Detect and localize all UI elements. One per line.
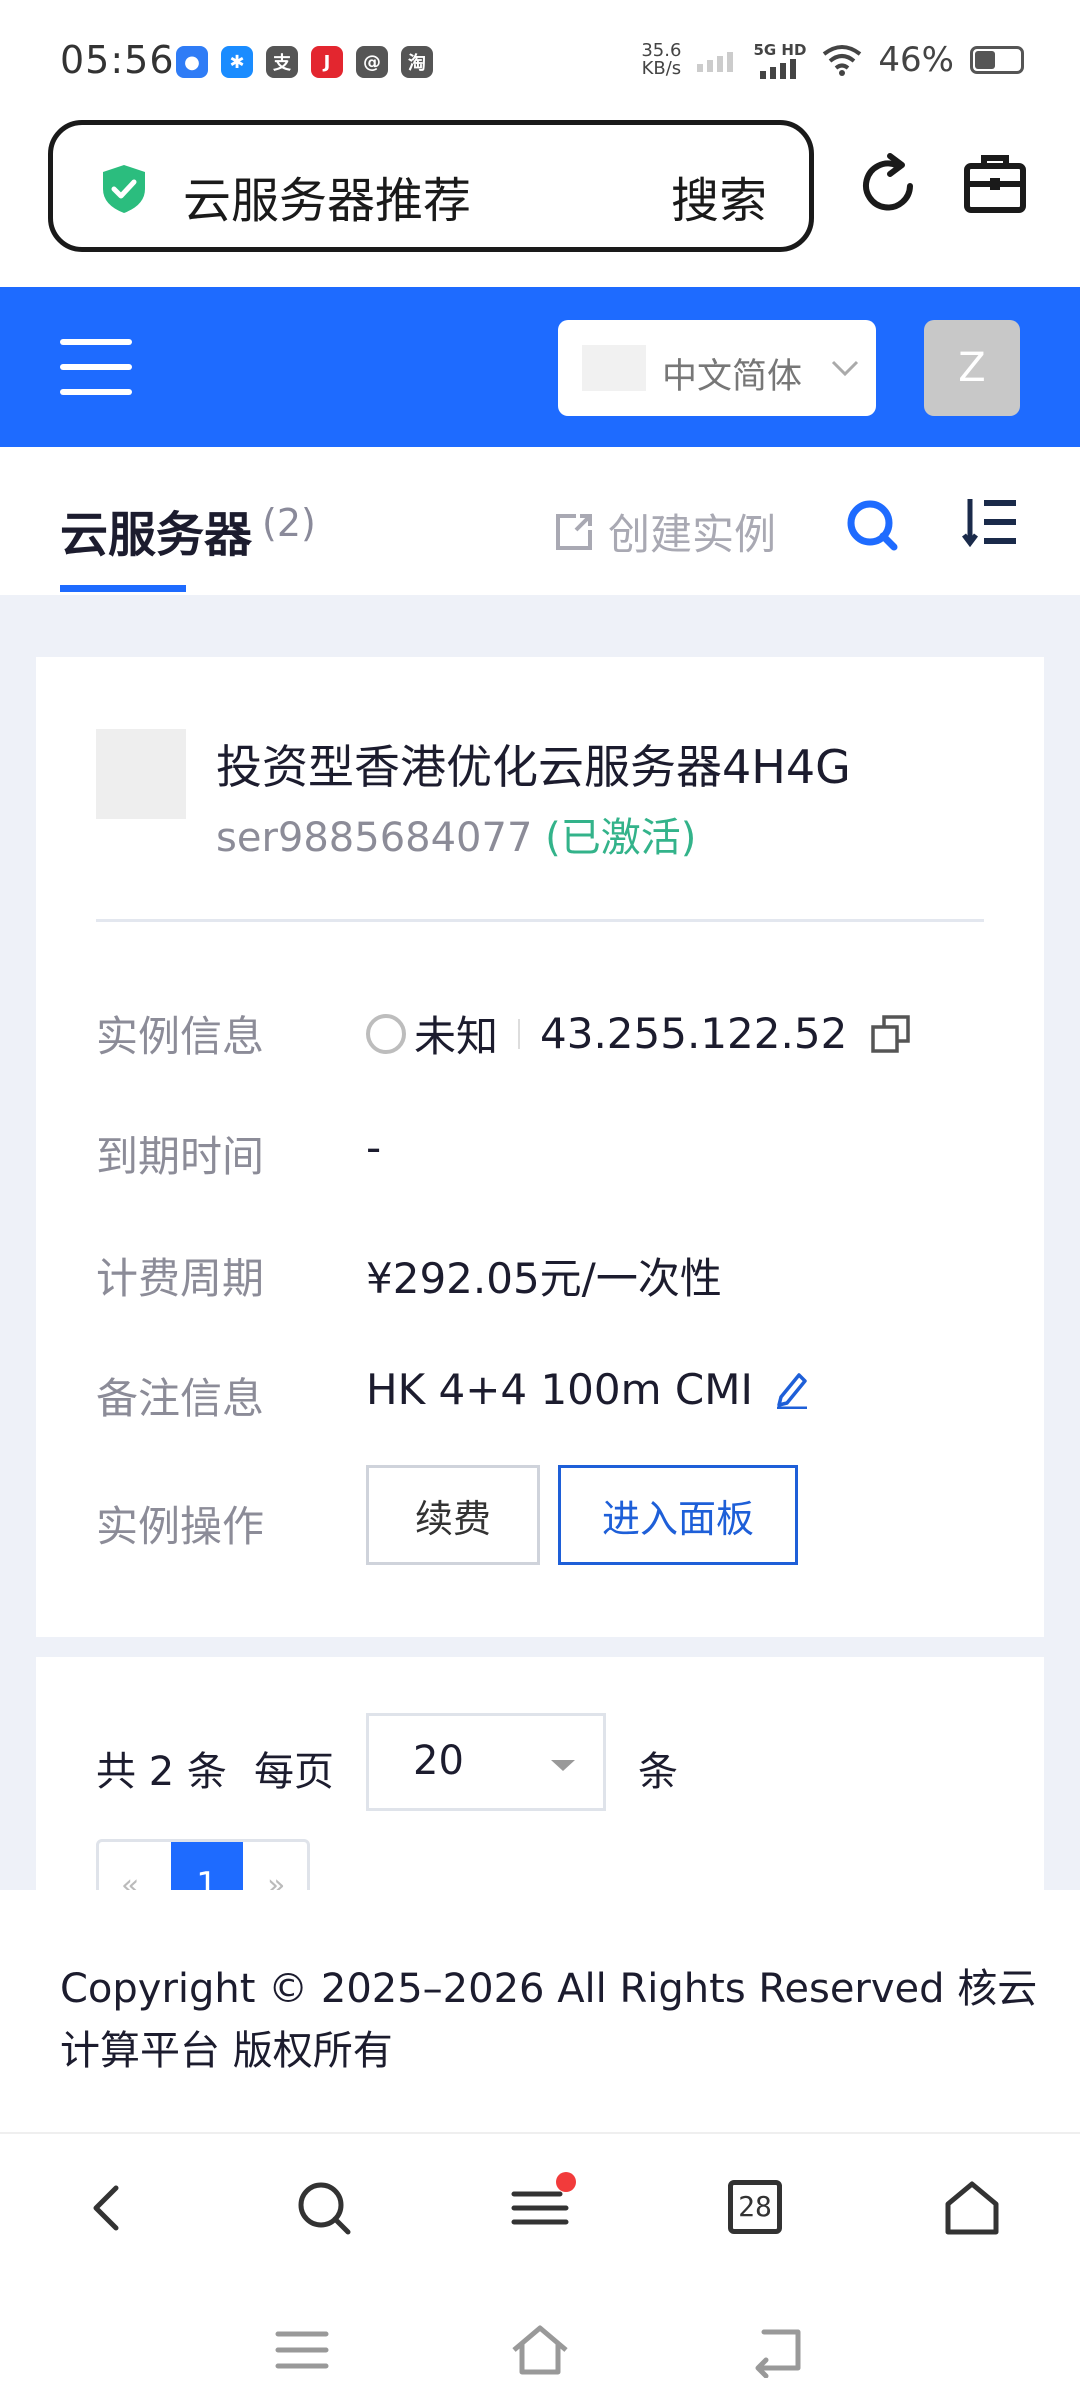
security-shield-icon <box>103 165 145 213</box>
chevron-down-icon <box>831 360 859 377</box>
instance-state: 未知 <box>414 1012 499 1061</box>
site-header: 中文简体 Z <box>0 287 1080 447</box>
clock: 05:56 <box>60 38 175 82</box>
per-page-select[interactable]: 20 <box>366 1713 606 1811</box>
ip-address: 43.255.122.52 <box>540 1009 848 1058</box>
active-tab-indicator <box>60 585 186 592</box>
footer: Copyright © 2025–2026 All Rights Reserve… <box>0 1890 1080 2132</box>
note-value: HK 4+4 100m CMI <box>366 1365 809 1414</box>
battery-percent: 46% <box>878 40 954 80</box>
system-back-icon[interactable] <box>750 2322 810 2378</box>
address-bar[interactable]: 云服务器推荐 搜索 <box>48 120 814 252</box>
search-icon[interactable] <box>294 2178 354 2238</box>
status-right: 35.6 KB/s 5G HD 46% <box>641 40 1024 80</box>
status-bar: 05:56 ● ✱ 支 J @ 淘 35.6 KB/s 5G HD 46% <box>0 0 1080 120</box>
jd-icon: J <box>311 46 343 78</box>
language-label: 中文简体 <box>662 357 803 397</box>
recent-apps-icon[interactable] <box>272 2322 332 2378</box>
system-home-icon[interactable] <box>510 2322 570 2378</box>
search-button[interactable]: 搜索 <box>671 161 767 231</box>
server-image <box>96 729 186 819</box>
server-name[interactable]: 投资型香港优化云服务器4H4G <box>216 731 851 797</box>
address-text[interactable]: 云服务器推荐 <box>183 161 471 231</box>
per-page-unit: 条 <box>638 1749 678 1795</box>
total-count: 共 2 条 <box>96 1749 227 1795</box>
status-badge: (已激活) <box>545 815 697 861</box>
flag-icon <box>582 345 646 391</box>
baidu-icon: ● <box>176 46 208 78</box>
battery-icon <box>970 46 1024 74</box>
server-id: ser9885684077 <box>216 815 533 861</box>
copyright-text: Copyright © 2025–2026 All Rights Reserve… <box>60 1966 1038 2074</box>
separator <box>518 1018 521 1049</box>
billing-value: ¥292.05元/一次性 <box>366 1254 722 1303</box>
next-page-button[interactable]: » <box>267 1868 285 1890</box>
expiry-label: 到期时间 <box>96 1132 265 1181</box>
current-page[interactable]: 1 <box>171 1842 243 1890</box>
caret-down-icon <box>551 1760 575 1771</box>
avatar[interactable]: Z <box>924 320 1020 416</box>
instance-info-value: 未知 43.255.122.52 <box>366 1003 911 1064</box>
create-instance-label: 创建实例 <box>608 510 777 559</box>
edit-icon[interactable] <box>775 1371 809 1409</box>
divider <box>96 919 984 922</box>
home-icon[interactable] <box>942 2178 1002 2238</box>
system-navigation <box>0 2282 1080 2408</box>
page-title-bar: 云服务器 (2) 创建实例 <box>0 447 1080 595</box>
notification-icons: ● ✱ 支 J @ 淘 <box>176 46 433 78</box>
server-card: 投资型香港优化云服务器4H4G ser9885684077 (已激活) 实例信息… <box>36 657 1044 1637</box>
refresh-icon[interactable] <box>852 150 924 222</box>
note-text: HK 4+4 100m CMI <box>366 1365 753 1414</box>
browser-toolbar: 28 <box>0 2132 1080 2282</box>
signal-weak-icon <box>697 52 734 72</box>
server-id-line: ser9885684077 (已激活) <box>216 805 696 863</box>
signal-5g-icon: 5G HD <box>753 41 806 79</box>
create-icon <box>556 513 592 550</box>
expiry-value: - <box>366 1123 382 1172</box>
prev-page-button[interactable]: « <box>121 1868 139 1890</box>
instance-info-label: 实例信息 <box>96 1012 265 1061</box>
per-page-label: 每页 <box>254 1749 334 1795</box>
alipay-icon: 支 <box>266 46 298 78</box>
state-indicator <box>366 1013 406 1054</box>
notification-dot <box>556 2172 576 2192</box>
tabs-count-icon[interactable]: 28 <box>728 2180 782 2234</box>
menu-icon[interactable] <box>60 339 132 395</box>
actions-label: 实例操作 <box>96 1502 265 1551</box>
back-icon[interactable] <box>78 2178 138 2238</box>
create-instance-button[interactable]: 创建实例 <box>554 501 776 562</box>
language-selector[interactable]: 中文简体 <box>558 320 876 416</box>
content-area: 投资型香港优化云服务器4H4G ser9885684077 (已激活) 实例信息… <box>0 595 1080 1890</box>
net-speed: 35.6 KB/s <box>641 40 682 79</box>
note-label: 备注信息 <box>96 1374 265 1423</box>
page-nav: « 1 » <box>96 1839 310 1890</box>
billing-label: 计费周期 <box>96 1254 265 1303</box>
enter-panel-button[interactable]: 进入面板 <box>558 1465 798 1565</box>
page-title[interactable]: 云服务器 <box>60 495 252 565</box>
renew-button[interactable]: 续费 <box>366 1465 540 1565</box>
per-page-value: 20 <box>413 1738 464 1784</box>
at-icon: @ <box>356 46 388 78</box>
sort-icon[interactable] <box>962 497 1018 547</box>
copy-icon[interactable] <box>871 1014 911 1054</box>
taobao-icon: 淘 <box>401 46 433 78</box>
pagination: 共 2 条 每页 20 条 « 1 » <box>36 1657 1044 1890</box>
tplink-icon: ✱ <box>221 46 253 78</box>
server-count: (2) <box>262 501 316 545</box>
toolbox-icon[interactable] <box>962 150 1028 216</box>
search-icon[interactable] <box>846 499 898 551</box>
wifi-icon <box>823 45 862 76</box>
